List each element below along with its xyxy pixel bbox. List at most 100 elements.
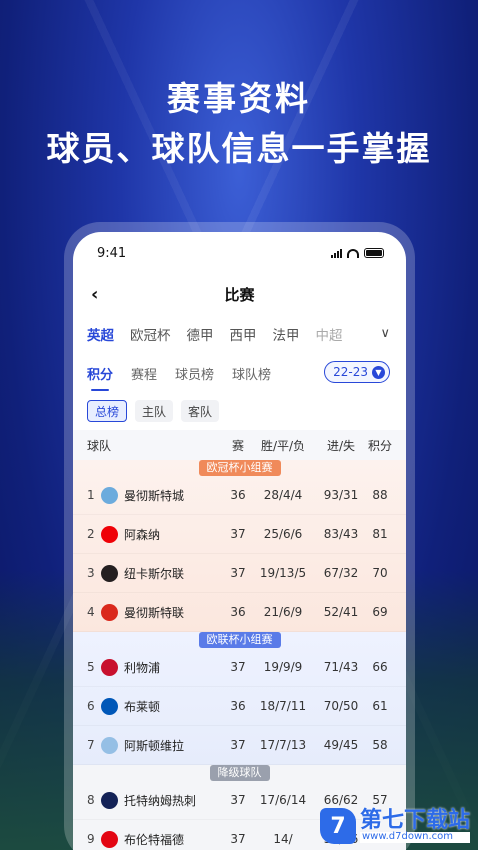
- team-crest-icon: [101, 525, 118, 543]
- goals-value: 66/62: [323, 793, 359, 807]
- table-row[interactable]: 7 阿斯顿维拉 37 17/7/13 49/45 58: [73, 726, 406, 765]
- points-value: 69: [372, 605, 388, 619]
- chevron-down-icon[interactable]: ∨: [380, 326, 390, 341]
- team-name: 曼彻斯特城: [124, 488, 185, 503]
- table-row[interactable]: 4 曼彻斯特联 36 21/6/9 52/41 69: [73, 593, 406, 632]
- played-value: 36: [230, 699, 246, 713]
- wifi-icon: [347, 248, 359, 258]
- table-filters: 总榜 主队 客队: [73, 392, 406, 430]
- goals-value: 67/32: [323, 566, 359, 580]
- league-tab[interactable]: 西甲: [230, 324, 257, 344]
- table-row[interactable]: 2 阿森纳 37 25/6/6 83/43 81: [73, 515, 406, 554]
- headline-title: 赛事资料: [167, 79, 311, 118]
- col-goals: 进/失: [326, 438, 356, 453]
- filter-chip[interactable]: 主队: [135, 400, 174, 422]
- filter-chip[interactable]: 客队: [181, 400, 220, 422]
- league-tab[interactable]: 英超: [87, 324, 114, 344]
- team-crest-icon: [101, 603, 118, 621]
- standings-group: 欧联杯小组赛 5 利物浦 37 19/9/9 71/43 66 6 布莱顿 36 18/7/11 70…: [73, 632, 406, 765]
- battery-icon: [364, 248, 384, 258]
- sub-tabs: 积分 赛程 球员榜 球队榜 22-23 ▼: [73, 354, 406, 392]
- team-name: 布莱顿: [124, 699, 161, 714]
- table-header: 球队 赛 胜/平/负 进/失 积分: [73, 430, 406, 460]
- phone-screen: 9:41 ‹ 比赛 英超 欧冠杯 德甲 西甲 法甲 中超 ∨ 积分 赛程 球员榜 球队榜 22-2…: [73, 232, 406, 850]
- points-value: 88: [372, 488, 388, 502]
- filter-chip[interactable]: 总榜: [87, 400, 128, 422]
- table-row[interactable]: 6 布莱顿 36 18/7/11 70/50 61: [73, 687, 406, 726]
- sub-tab[interactable]: 球队榜: [232, 364, 271, 383]
- col-team: 球队: [87, 438, 112, 453]
- chevron-left-icon[interactable]: ‹: [91, 284, 98, 305]
- group-label: 降级球队: [209, 765, 270, 781]
- team-rank: 3: [87, 566, 95, 580]
- points-value: 70: [372, 566, 388, 580]
- page-title: 比赛: [224, 285, 255, 304]
- table-row[interactable]: 3 纽卡斯尔联 37 19/13/5 67/32 70: [73, 554, 406, 593]
- table-row[interactable]: 1 曼彻斯特城 36 28/4/4 93/31 88: [73, 476, 406, 515]
- wdl-value: 17/6/14: [259, 793, 307, 807]
- played-value: 37: [230, 527, 246, 541]
- league-tab[interactable]: 欧冠杯: [130, 324, 171, 344]
- goals-value: 49/45: [323, 738, 359, 752]
- team-rank: 6: [87, 699, 95, 713]
- wdl-value: 19/13/5: [259, 566, 307, 580]
- team-crest-icon: [101, 830, 118, 848]
- sub-tab[interactable]: 赛程: [131, 364, 157, 383]
- status-bar: 9:41: [73, 232, 406, 274]
- watermark: 7 第七下载站 www.d7down.com: [319, 808, 470, 844]
- team-name: 纽卡斯尔联: [124, 566, 185, 581]
- team-rank: 4: [87, 605, 95, 619]
- league-tab[interactable]: 法甲: [273, 324, 300, 344]
- team-name: 阿斯顿维拉: [124, 738, 185, 753]
- wdl-value: 19/9/9: [263, 660, 303, 674]
- team-name: 曼彻斯特联: [124, 605, 185, 620]
- team-name: 利物浦: [124, 660, 161, 675]
- nav-bar: ‹ 比赛: [73, 274, 406, 314]
- team-crest-icon: [101, 564, 118, 582]
- team-rank: 7: [87, 738, 95, 752]
- goals-value: 52/41: [323, 605, 359, 619]
- watermark-title: 第七下载站: [359, 808, 470, 834]
- signal-icon: [331, 248, 342, 258]
- played-value: 37: [230, 566, 246, 580]
- league-tab[interactable]: 中超: [316, 324, 343, 344]
- wdl-value: 21/6/9: [263, 605, 303, 619]
- team-rank: 8: [87, 793, 95, 807]
- wdl-value: 25/6/6: [263, 527, 303, 541]
- points-value: 66: [372, 660, 388, 674]
- watermark-logo: 7: [319, 808, 356, 844]
- headline-subtitle: 球员、球队信息一手掌握: [46, 129, 432, 168]
- col-points: 积分: [367, 438, 392, 453]
- col-wdl: 胜/平/负: [260, 438, 306, 453]
- team-crest-icon: [101, 658, 118, 676]
- phone-frame: 9:41 ‹ 比赛 英超 欧冠杯 德甲 西甲 法甲 中超 ∨ 积分 赛程 球员榜 球队榜 22-2…: [64, 222, 415, 850]
- team-rank: 2: [87, 527, 95, 541]
- standings-group: 欧冠杯小组赛 1 曼彻斯特城 36 28/4/4 93/31 88 2 阿森纳 37 25/6/6 8…: [73, 460, 406, 632]
- league-tabs: 英超 欧冠杯 德甲 西甲 法甲 中超 ∨: [73, 314, 406, 354]
- team-name: 托特纳姆热刺: [124, 793, 197, 808]
- wdl-value: 28/4/4: [263, 488, 303, 502]
- goals-value: 93/31: [323, 488, 359, 502]
- played-value: 37: [230, 793, 246, 807]
- league-tab[interactable]: 德甲: [187, 324, 214, 344]
- watermark-url: www.d7down.com: [359, 832, 470, 843]
- dropdown-icon: ▼: [372, 365, 385, 379]
- sub-tab[interactable]: 积分: [87, 364, 113, 391]
- goals-value: 83/43: [323, 527, 359, 541]
- status-time: 9:41: [97, 245, 127, 261]
- team-rank: 1: [87, 488, 95, 502]
- points-value: 61: [372, 699, 388, 713]
- played-value: 37: [230, 660, 246, 674]
- played-value: 37: [230, 738, 246, 752]
- wdl-value: 14/: [273, 832, 293, 846]
- season-selector[interactable]: 22-23 ▼: [324, 361, 390, 383]
- played-value: 36: [230, 605, 246, 619]
- team-rank: 5: [87, 660, 95, 674]
- team-crest-icon: [101, 736, 118, 754]
- played-value: 36: [230, 488, 246, 502]
- table-row[interactable]: 5 利物浦 37 19/9/9 71/43 66: [73, 648, 406, 687]
- goals-value: 70/50: [323, 699, 359, 713]
- sub-tab[interactable]: 球员榜: [175, 364, 214, 383]
- wdl-value: 17/7/13: [259, 738, 307, 752]
- group-label: 欧联杯小组赛: [198, 632, 281, 648]
